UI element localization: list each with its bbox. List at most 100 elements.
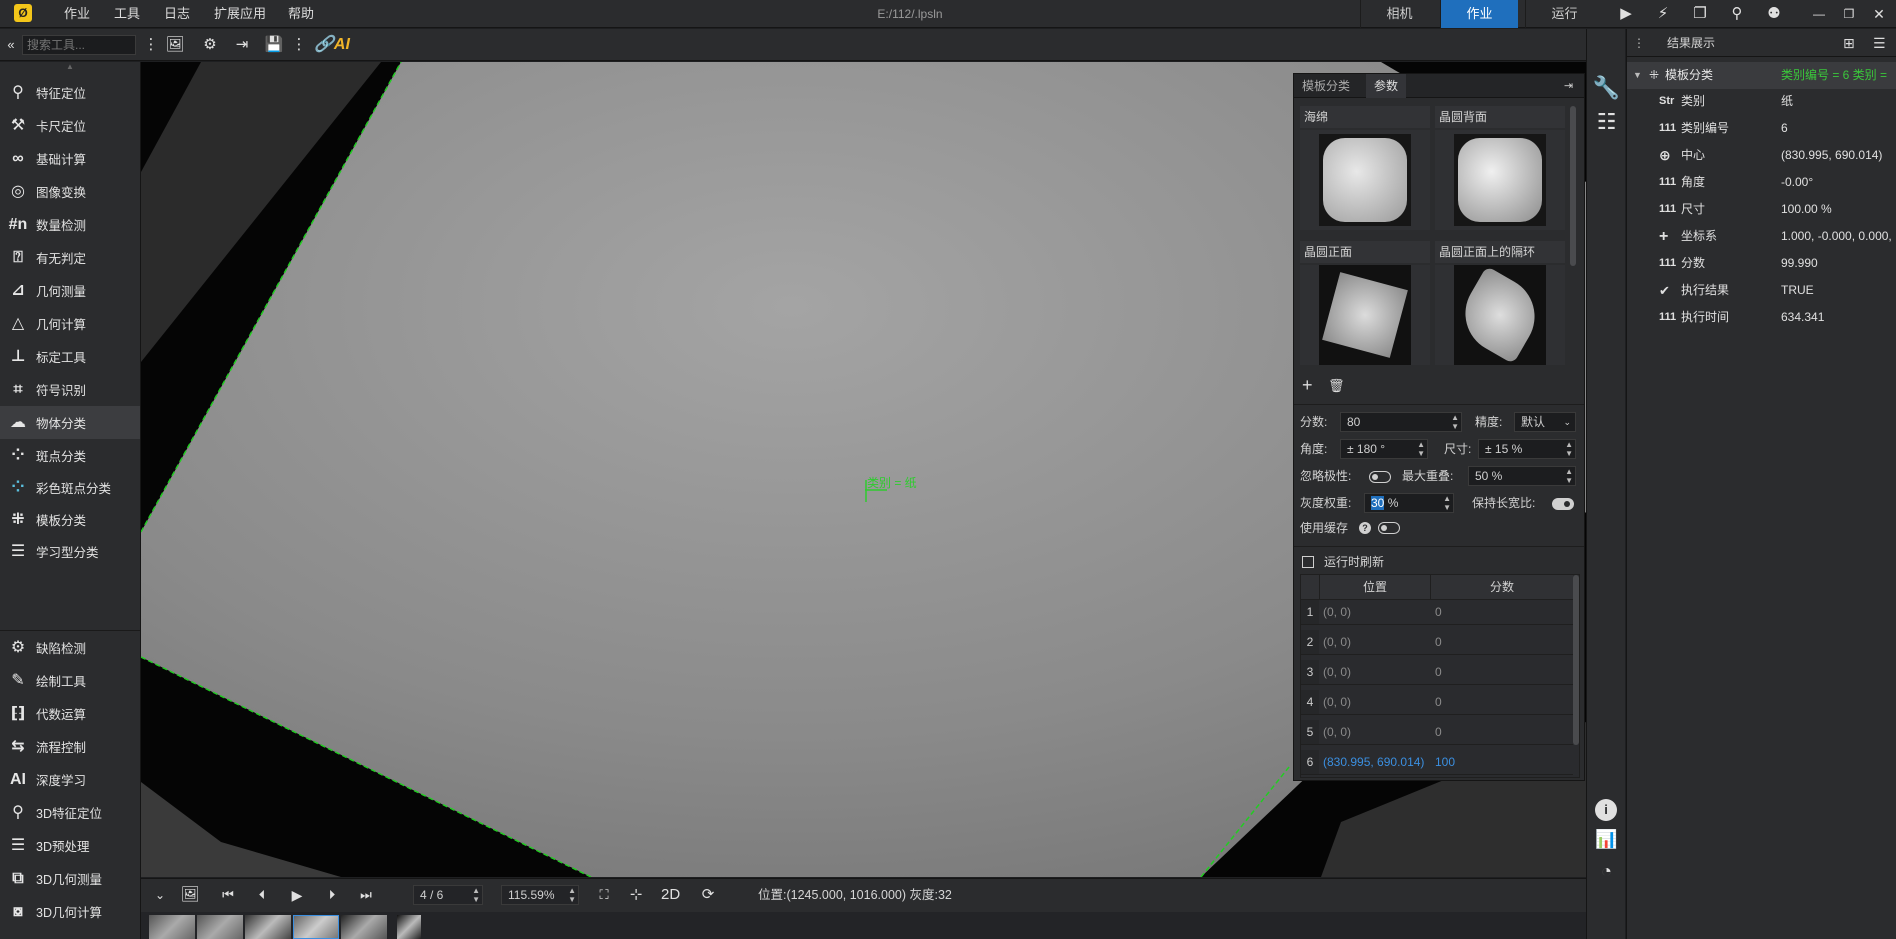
ignore-polarity-toggle[interactable] xyxy=(1369,471,1391,483)
template-thumb-2[interactable] xyxy=(1300,265,1430,365)
template-thumb-3[interactable] xyxy=(1435,265,1565,365)
save-icon[interactable]: 💾 xyxy=(263,35,285,55)
sidebar-item-3d-compute[interactable]: ⧇ 3D几何计算 xyxy=(0,895,140,928)
help-icon[interactable]: ? xyxy=(1359,522,1371,534)
sidebar-item-object-classify[interactable]: ☁ 物体分类 xyxy=(0,406,140,439)
menu-log[interactable]: 日志 xyxy=(164,0,190,28)
thumbnail-2[interactable] xyxy=(197,915,243,939)
result-row[interactable]: 111 角度 -0.00° xyxy=(1627,169,1896,196)
template-thumb-1[interactable] xyxy=(1435,130,1565,230)
result-row[interactable]: Str 类别纸 xyxy=(1627,88,1896,115)
thumbnail-4[interactable] xyxy=(293,915,339,939)
refresh-icon[interactable]: ⟳ xyxy=(697,885,719,905)
close-icon[interactable]: ✕ xyxy=(1868,4,1890,24)
max-overlap-input[interactable]: 50 % ▲ ▼ xyxy=(1468,466,1576,486)
sidebar-item-algebra[interactable]: ⁅⁆ 代数运算 xyxy=(0,697,140,730)
list-icon[interactable]: ☰ xyxy=(1873,29,1886,57)
lightning-icon[interactable]: ⚡ xyxy=(1652,4,1674,24)
table-scrollbar[interactable] xyxy=(1573,575,1579,745)
next-frame-icon[interactable]: ⏵ xyxy=(321,885,343,905)
info-icon[interactable]: i xyxy=(1595,799,1617,821)
precision-select[interactable]: 默认 ⌄ xyxy=(1514,412,1576,432)
new-folder-icon[interactable]: ⊞ xyxy=(1843,29,1855,57)
sidebar-item-color-blob[interactable]: ⁘ 彩色斑点分类 xyxy=(0,471,140,504)
sliders-icon[interactable]: ☷ xyxy=(1587,109,1626,135)
pin-icon[interactable]: ⇥ xyxy=(1564,74,1573,98)
tab-run[interactable]: 运行 xyxy=(1525,0,1603,28)
sidebar-item-caliper[interactable]: ⚒ 卡尺定位 xyxy=(0,109,140,142)
sidebar-item-deep-learning[interactable]: AI 深度学习 xyxy=(0,763,140,796)
menu-extensions[interactable]: 扩展应用 xyxy=(214,0,266,28)
score-spinner-icon[interactable]: ▲ ▼ xyxy=(1451,413,1459,431)
sidebar-item-feature-location[interactable]: ⚲ 特征定位 xyxy=(0,76,140,109)
prev-frame-icon[interactable]: ⏴ xyxy=(251,885,273,905)
scroll-up-icon[interactable]: ▲ xyxy=(0,62,140,74)
bar-chart-icon[interactable]: 📊 xyxy=(1587,829,1626,850)
sidebar-item-template-classify[interactable]: ⁜ 模板分类 xyxy=(0,503,140,536)
more-icon-2[interactable]: ⋮ xyxy=(288,35,310,55)
table-row[interactable]: 5 (0, 0) 0 xyxy=(1301,720,1573,745)
search-icon[interactable]: ⚲ xyxy=(1726,4,1748,24)
wrench-icon[interactable]: 🔧 xyxy=(1587,75,1626,101)
table-row[interactable]: 4 (0, 0) 0 xyxy=(1301,690,1573,715)
sidebar-item-flow[interactable]: ⇆ 流程控制 xyxy=(0,730,140,763)
gray-weight-input[interactable]: 30 % ▲ ▼ xyxy=(1364,493,1454,513)
result-root-row[interactable]: ▼ ⁜ 模板分类 类别编号 = 6 类别 = xyxy=(1627,62,1896,89)
sidebar-item-blob-classify[interactable]: ⁘ 斑点分类 xyxy=(0,439,140,472)
thumbnail-1[interactable] xyxy=(149,915,195,939)
sidebar-item-presence[interactable]: ⍰ 有无判定 xyxy=(0,241,140,274)
frame-spinner-icon[interactable]: ▲ ▼ xyxy=(472,886,480,904)
result-row[interactable]: ✔ 执行结果 TRUE xyxy=(1627,277,1896,304)
collapse-left-icon[interactable]: « xyxy=(0,35,22,55)
menu-tools[interactable]: 工具 xyxy=(114,0,140,28)
sidebar-item-learning-classify[interactable]: ☰ 学习型分类 xyxy=(0,535,140,568)
score-input[interactable]: 80 ▲ ▼ xyxy=(1340,412,1462,432)
use-cache-toggle[interactable] xyxy=(1378,522,1400,534)
table-row[interactable]: 6 (830.995, 690.014) 100 xyxy=(1301,750,1573,775)
center-crosshair-icon[interactable]: ⊹ xyxy=(625,885,647,905)
fit-screen-icon[interactable]: ⛶ xyxy=(593,885,615,905)
size-spinner-icon[interactable]: ▲ ▼ xyxy=(1565,440,1573,458)
thumbnail-5[interactable] xyxy=(341,915,387,939)
zoom-spinner-icon[interactable]: ▲ ▼ xyxy=(568,886,576,904)
tree-expand-icon[interactable]: ▼ xyxy=(1633,62,1642,89)
minimize-icon[interactable]: — xyxy=(1808,4,1830,24)
thumbnail-6[interactable] xyxy=(397,915,421,939)
frame-input[interactable]: 4 / 6 ▲ ▼ xyxy=(413,885,483,905)
tool-search-input[interactable] xyxy=(22,35,136,55)
add-template-icon[interactable]: + xyxy=(1302,375,1313,395)
restore-icon[interactable]: ❐ xyxy=(1838,4,1860,24)
table-row[interactable]: 2 (0, 0) 0 xyxy=(1301,630,1573,655)
refresh-checkbox[interactable] xyxy=(1302,556,1314,568)
template-thumb-0[interactable] xyxy=(1300,130,1430,230)
sidebar-item-3d-preprocess[interactable]: ☰ 3D预处理 xyxy=(0,829,140,862)
sidebar-item-geo-calc[interactable]: △ 几何计算 xyxy=(0,307,140,340)
image-icon[interactable]: 🖼 xyxy=(164,35,186,55)
expand-down-icon[interactable]: ⌄ xyxy=(149,885,171,905)
result-row[interactable]: 111 类别编号 6 xyxy=(1627,115,1896,142)
table-row[interactable]: 3 (0, 0) 0 xyxy=(1301,660,1573,685)
sidebar-item-count[interactable]: #n 数量检测 xyxy=(0,208,140,241)
export-icon[interactable]: ⇥ xyxy=(231,35,253,55)
size-input[interactable]: ± 15 % ▲ ▼ xyxy=(1478,439,1576,459)
image-list-icon[interactable]: 🖼 xyxy=(179,885,201,905)
keep-ratio-toggle[interactable] xyxy=(1552,498,1574,510)
delete-template-icon[interactable]: 🗑 xyxy=(1328,376,1345,396)
last-frame-icon[interactable]: ⏭ xyxy=(355,885,377,905)
sidebar-item-defect[interactable]: ⚙ 缺陷检测 xyxy=(0,631,140,664)
menu-job[interactable]: 作业 xyxy=(64,0,90,28)
angle-spinner-icon[interactable]: ▲ ▼ xyxy=(1417,440,1425,458)
template-scrollbar[interactable] xyxy=(1570,106,1576,266)
result-row[interactable]: ⊕ 中心 (830.995, 690.014) xyxy=(1627,142,1896,169)
run-play-icon[interactable]: ▶ xyxy=(1615,4,1637,24)
menu-help[interactable]: 帮助 xyxy=(288,0,314,28)
play-icon[interactable]: ▶ xyxy=(286,885,308,905)
sidebar-item-ocr[interactable]: ⌗ 符号识别 xyxy=(0,373,140,406)
result-row[interactable]: + 坐标系 1.000, -0.000, 0.000, xyxy=(1627,223,1896,250)
result-row[interactable]: 111 尺寸 100.00 % xyxy=(1627,196,1896,223)
user-off-icon[interactable]: ⚉ xyxy=(1763,4,1785,24)
angle-input[interactable]: ± 180 ° ▲ ▼ xyxy=(1340,439,1428,459)
more-icon[interactable]: ⋮ xyxy=(140,35,162,55)
gear-icon[interactable]: ⚙ xyxy=(199,35,221,55)
tab-job[interactable]: 作业 xyxy=(1440,0,1518,28)
